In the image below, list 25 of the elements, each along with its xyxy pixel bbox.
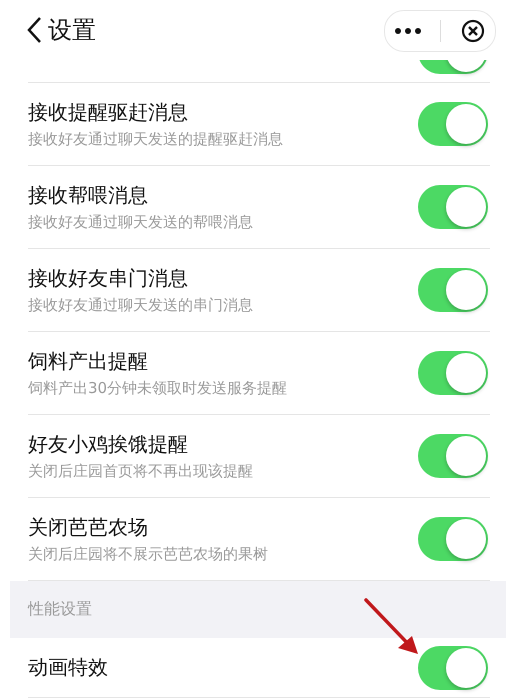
toggle-switch[interactable] [418, 351, 488, 395]
page-title: 设置 [48, 15, 96, 46]
setting-title: 接收提醒驱赶消息 [28, 99, 189, 126]
setting-title: 接收帮喂消息 [28, 182, 149, 209]
toggle-switch[interactable] [418, 434, 488, 478]
toggle-switch[interactable] [418, 185, 488, 229]
setting-title: 关闭芭芭农场 [28, 514, 149, 541]
toggle-switch[interactable] [418, 268, 488, 312]
toggle-switch[interactable] [418, 646, 488, 690]
toggle-switch[interactable] [418, 102, 488, 146]
back-icon[interactable] [26, 16, 42, 44]
section-title: 性能设置 [28, 599, 92, 620]
toggle-switch[interactable] [418, 517, 488, 561]
setting-description: 接收好友通过聊天发送的提醒驱赶消息 [28, 130, 283, 149]
setting-description: 关闭后庄园将不展示芭芭农场的果树 [28, 545, 268, 564]
setting-description: 关闭后庄园首页将不再出现该提醒 [28, 462, 253, 481]
setting-title: 好友小鸡挨饿提醒 [28, 431, 189, 458]
setting-title: 接收好友串门消息 [28, 265, 189, 292]
setting-title: 饲料产出提醒 [28, 348, 149, 375]
close-icon[interactable] [461, 19, 486, 43]
setting-description: 饲料产出30分钟未领取时发送服务提醒 [28, 379, 288, 398]
setting-description: 接收好友通过聊天发送的串门消息 [28, 296, 253, 315]
more-icon[interactable] [394, 28, 421, 34]
setting-title: 动画特效 [28, 654, 108, 681]
setting-description: 接收好友通过聊天发送的帮喂消息 [28, 213, 253, 232]
